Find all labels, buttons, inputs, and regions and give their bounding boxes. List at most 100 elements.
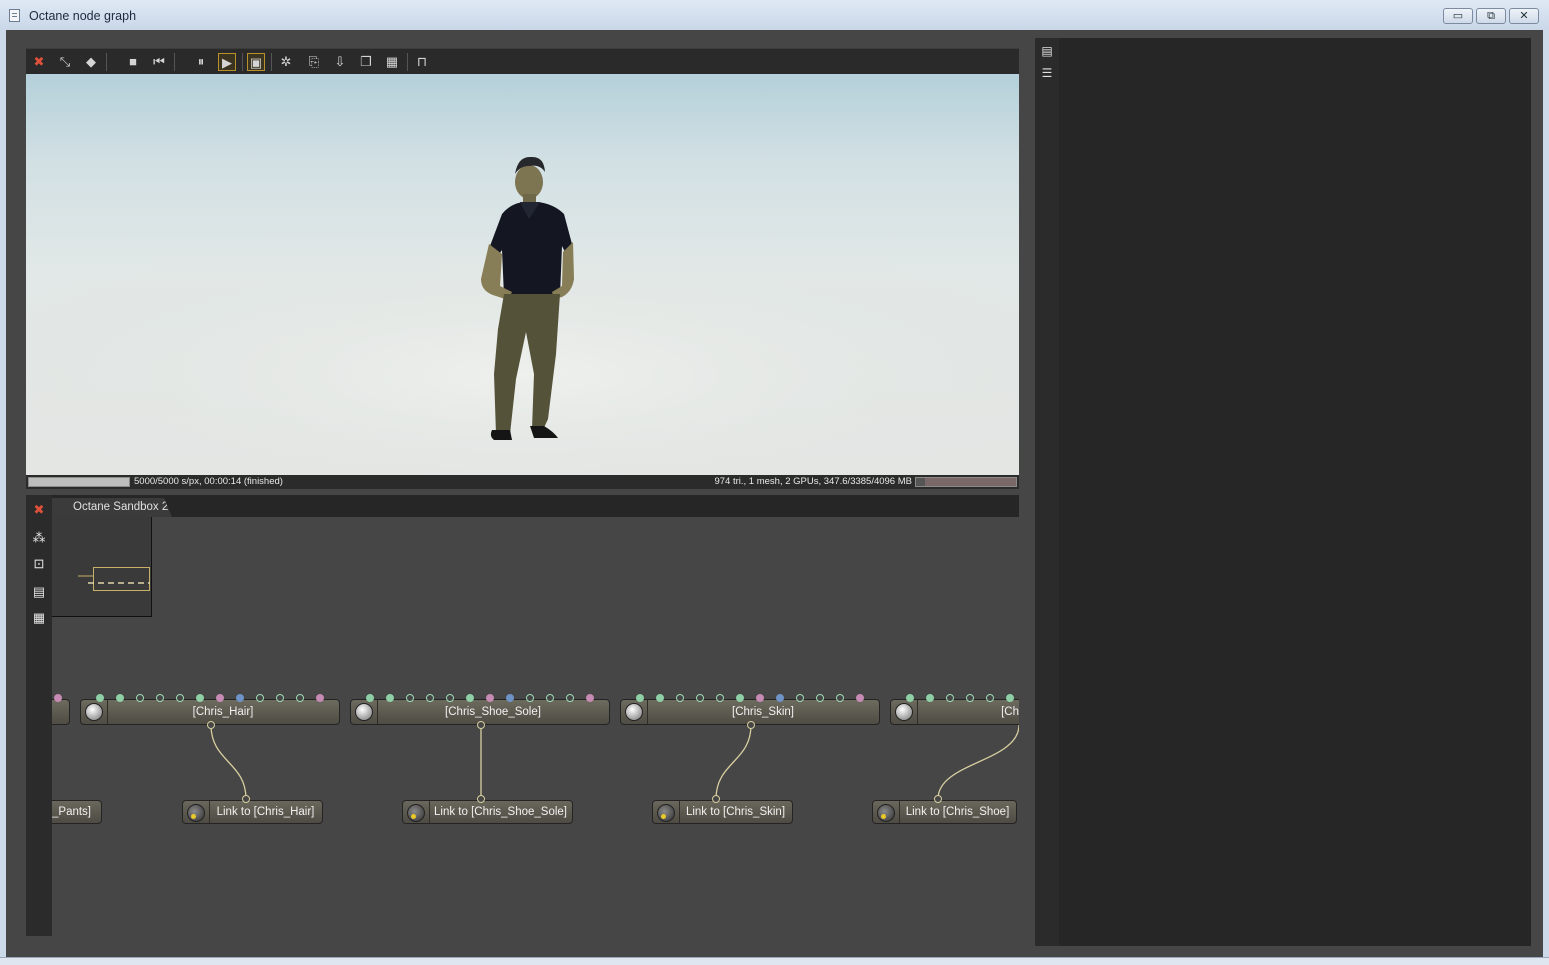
- input-pin[interactable]: [546, 694, 554, 702]
- pause-icon[interactable]: ⏸: [192, 53, 210, 71]
- input-pin[interactable]: [406, 694, 414, 702]
- input-pin[interactable]: [836, 694, 844, 702]
- grid-icon[interactable]: ▦: [30, 609, 48, 627]
- input-pin[interactable]: [466, 694, 474, 702]
- input-pin[interactable]: [656, 694, 664, 702]
- input-pin[interactable]: [196, 694, 204, 702]
- input-pin[interactable]: [526, 694, 534, 702]
- link-node[interactable]: Link to [Chris_Shoe_Sole]: [402, 800, 573, 824]
- input-pin[interactable]: [136, 694, 144, 702]
- stop-icon[interactable]: ■: [124, 53, 142, 71]
- input-pin[interactable]: [486, 694, 494, 702]
- input-pin[interactable]: [946, 694, 954, 702]
- panel-list-icon[interactable]: ☰: [1039, 65, 1055, 81]
- right-panel: [1059, 38, 1531, 946]
- close-button[interactable]: ✕: [1509, 8, 1539, 24]
- input-pin[interactable]: [756, 694, 764, 702]
- render-progress-fill: [29, 478, 129, 486]
- input-pin[interactable]: [776, 694, 784, 702]
- render-viewport[interactable]: [26, 74, 1019, 475]
- link-icon: [407, 804, 425, 822]
- fit-view-icon[interactable]: ⤡: [56, 53, 74, 71]
- layout-icon[interactable]: ▤: [30, 583, 48, 601]
- panel-stack-icon[interactable]: ▤: [1039, 43, 1055, 59]
- link-input-pin[interactable]: [477, 795, 485, 803]
- graph-navigator[interactable]: [52, 517, 152, 617]
- rewind-icon[interactable]: ⏮: [150, 53, 168, 71]
- render-progress-bar: [28, 477, 130, 487]
- node-wire: [937, 724, 1019, 800]
- input-pin[interactable]: [296, 694, 304, 702]
- link-input-pin[interactable]: [712, 795, 720, 803]
- input-pin[interactable]: [96, 694, 104, 702]
- material-node[interactable]: [52, 699, 70, 725]
- link-node[interactable]: Link to [Chris_Shoe]: [872, 800, 1017, 824]
- input-pin[interactable]: [906, 694, 914, 702]
- reset-icon[interactable]: ✖: [30, 53, 48, 71]
- link-node[interactable]: Link to [Chris_Hair]: [182, 800, 323, 824]
- input-pin[interactable]: [676, 694, 684, 702]
- toolbar-separator: [106, 53, 107, 71]
- link-input-pin[interactable]: [242, 795, 250, 803]
- input-pin[interactable]: [816, 694, 824, 702]
- input-pin[interactable]: [636, 694, 644, 702]
- input-pin[interactable]: [856, 694, 864, 702]
- input-pin[interactable]: [1006, 694, 1014, 702]
- input-pin[interactable]: [256, 694, 264, 702]
- input-pin[interactable]: [796, 694, 804, 702]
- input-pin[interactable]: [966, 694, 974, 702]
- node-graph-canvas[interactable]: [Chris_Hair] [Chris_Shoe_Sole] [Chris_Skin…: [52, 517, 1019, 937]
- input-pin[interactable]: [156, 694, 164, 702]
- collapse-nodes-icon[interactable]: ⁂: [30, 529, 48, 547]
- input-pin[interactable]: [506, 694, 514, 702]
- link-node-label: Link to [Chris_Hair]: [216, 806, 315, 818]
- save-render-icon[interactable]: ⇩: [331, 53, 349, 71]
- input-pin[interactable]: [716, 694, 724, 702]
- input-pin[interactable]: [426, 694, 434, 702]
- input-pin[interactable]: [366, 694, 374, 702]
- viewport-lock-icon[interactable]: ▣: [247, 53, 265, 71]
- cube-icon[interactable]: ◆: [82, 53, 100, 71]
- graph-tab-bar: Octane Sandbox 2: [52, 495, 1019, 517]
- restore-button[interactable]: ⧉: [1476, 8, 1506, 24]
- material-node-label: [Ch: [1001, 706, 1019, 718]
- input-pin[interactable]: [696, 694, 704, 702]
- input-pin[interactable]: [736, 694, 744, 702]
- focus-picker-icon[interactable]: ✲: [277, 53, 295, 71]
- input-pin[interactable]: [116, 694, 124, 702]
- fit-graph-icon[interactable]: ⊡: [30, 555, 48, 573]
- reset-graph-icon[interactable]: ✖: [30, 501, 48, 519]
- copy-icon[interactable]: ⎘: [305, 53, 323, 71]
- output-pin[interactable]: [207, 721, 215, 729]
- input-pin[interactable]: [926, 694, 934, 702]
- link-node[interactable]: Link to [Chris_Skin]: [652, 800, 793, 824]
- input-pin[interactable]: [236, 694, 244, 702]
- output-pin[interactable]: [747, 721, 755, 729]
- layers-icon[interactable]: ❐: [357, 53, 375, 71]
- link-input-pin[interactable]: [934, 795, 942, 803]
- link-node-label: Link to [Chris_Shoe]: [905, 806, 1010, 818]
- input-pin[interactable]: [176, 694, 184, 702]
- input-pin[interactable]: [566, 694, 574, 702]
- region-render-icon[interactable]: ▦: [383, 53, 401, 71]
- link-node-label: Link to [Chris_Shoe_Sole]: [434, 806, 567, 818]
- input-pin[interactable]: [54, 694, 62, 702]
- input-pin[interactable]: [986, 694, 994, 702]
- play-icon[interactable]: ▶: [218, 53, 236, 71]
- input-pin[interactable]: [586, 694, 594, 702]
- material-node[interactable]: [Ch: [890, 699, 1019, 725]
- window-client: ✖ ⤡ ◆ ■ ⏮ ⏸ ▶ ▣ ✲ ⎘ ⇩ ❐ ▦ ⊓ 5000/5000 s/…: [6, 30, 1543, 957]
- input-pin[interactable]: [276, 694, 284, 702]
- lock-icon[interactable]: ⊓: [413, 53, 431, 71]
- output-pin[interactable]: [477, 721, 485, 729]
- input-pin[interactable]: [446, 694, 454, 702]
- minimize-button[interactable]: ▭: [1443, 8, 1473, 24]
- material-node-label: [Chris_Skin]: [732, 706, 794, 718]
- link-node[interactable]: _Pants]: [52, 800, 102, 824]
- node-wire: [210, 724, 247, 800]
- tab-octane-sandbox[interactable]: Octane Sandbox 2: [52, 498, 172, 517]
- input-pin[interactable]: [316, 694, 324, 702]
- input-pin[interactable]: [386, 694, 394, 702]
- window-title: Octane node graph: [29, 9, 137, 23]
- input-pin[interactable]: [216, 694, 224, 702]
